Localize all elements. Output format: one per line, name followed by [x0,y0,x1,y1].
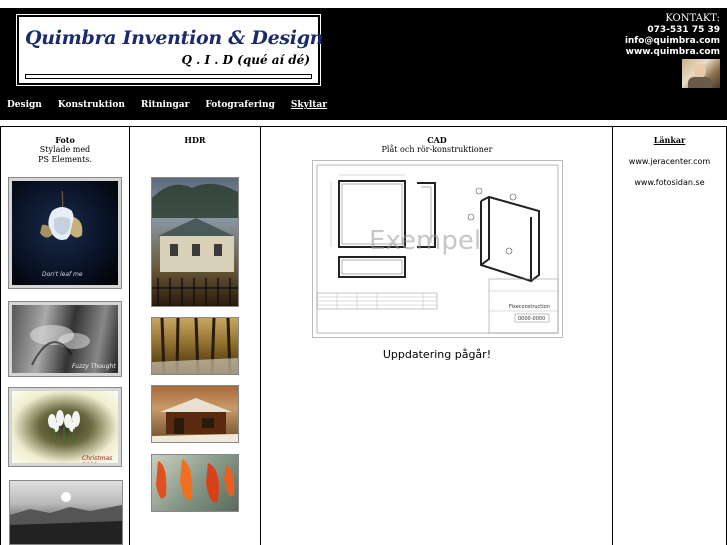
flowers-image [48,410,80,444]
foto-line2: PS Elements. [38,155,92,164]
links-title: Länkar [653,135,686,145]
contact-block: KONTAKT: 073-531 75 39 info@quimbra.com … [625,13,720,58]
cad-drawing[interactable]: Exempel Fixeconstruction 0000-0000 [312,160,563,338]
winter-image [10,492,122,544]
update-status: Uppdatering pågår! [382,348,492,361]
logo-underline [25,74,312,79]
nav-konstruktion[interactable]: Konstruktion [58,100,125,110]
photo-leaf[interactable]: Don't leaf me [8,177,122,289]
hdr-column: HDR [129,126,260,545]
cad-watermark: Exempel [369,226,481,256]
foto-line1: Stylade med [39,145,91,154]
photo1-caption: Don't leaf me [42,271,83,278]
nav-skyltar[interactable]: Skyltar [291,100,327,110]
cad-titleblock: Fixeconstruction [509,304,550,310]
main-nav: Design Konstruktion Ritningar Fotografer… [7,100,343,110]
logo-title: Quimbra Invention & Design [25,27,324,49]
contact-website[interactable]: www.quimbra.com [625,47,720,58]
cad-subtitle: Plåt och rör-konstruktioner [381,145,493,154]
link-jeracenter[interactable]: www.jeracenter.com [613,157,726,166]
top-strip [0,0,727,8]
photo2-caption: Fuzzy Thought [72,363,116,370]
cad-drawing-image: Exempel Fixeconstruction 0000-0000 [316,164,559,334]
content-area: Foto Stylade med PS Elements. Don't leaf… [0,126,727,545]
links-column: Länkar www.jeracenter.com www.fotosidan.… [612,126,727,545]
nav-ritningar[interactable]: Ritningar [141,100,189,110]
foto-title: Foto [55,135,75,145]
hdr-title: HDR [184,135,206,145]
cad-title: CAD [427,135,447,145]
forest-image [152,318,238,374]
avatar [682,59,720,88]
logo-subtitle: Q . I . D (qué aí dé) [181,53,310,67]
cad-partno: 0000-0000 [518,316,545,322]
hdr-forest[interactable] [151,317,239,375]
nav-design[interactable]: Design [7,100,42,110]
cad-column: CAD Plåt och rör-konstruktioner Exempel [260,126,613,545]
photo3-caption: Christmas 2009 [82,455,113,466]
contact-label: KONTAKT: [665,13,720,24]
cabin-image [152,398,238,442]
leaves-image [156,459,235,503]
foto-column: Foto Stylade med PS Elements. Don't leaf… [0,126,129,545]
links-list: www.jeracenter.com www.fotosidan.se [613,157,726,187]
house-image [152,183,238,306]
hdr-leaves[interactable] [151,454,239,512]
contact-phone: 073-531 75 39 [647,25,720,35]
photo-fuzzy[interactable]: Fuzzy Thought [8,301,122,377]
hdr-house[interactable] [151,177,239,307]
photo-christmas[interactable]: Christmas 2009 [8,387,122,467]
photo-winter[interactable] [9,480,123,545]
logo[interactable]: Quimbra Invention & Design Q . I . D (qu… [16,14,324,86]
site-header: Quimbra Invention & Design Q . I . D (qu… [0,8,727,120]
contact-email[interactable]: info@quimbra.com [625,36,720,47]
nav-fotografering[interactable]: Fotografering [205,100,275,110]
link-fotosidan[interactable]: www.fotosidan.se [613,178,726,187]
hdr-cabin[interactable] [151,385,239,443]
leaf-image [40,190,83,240]
